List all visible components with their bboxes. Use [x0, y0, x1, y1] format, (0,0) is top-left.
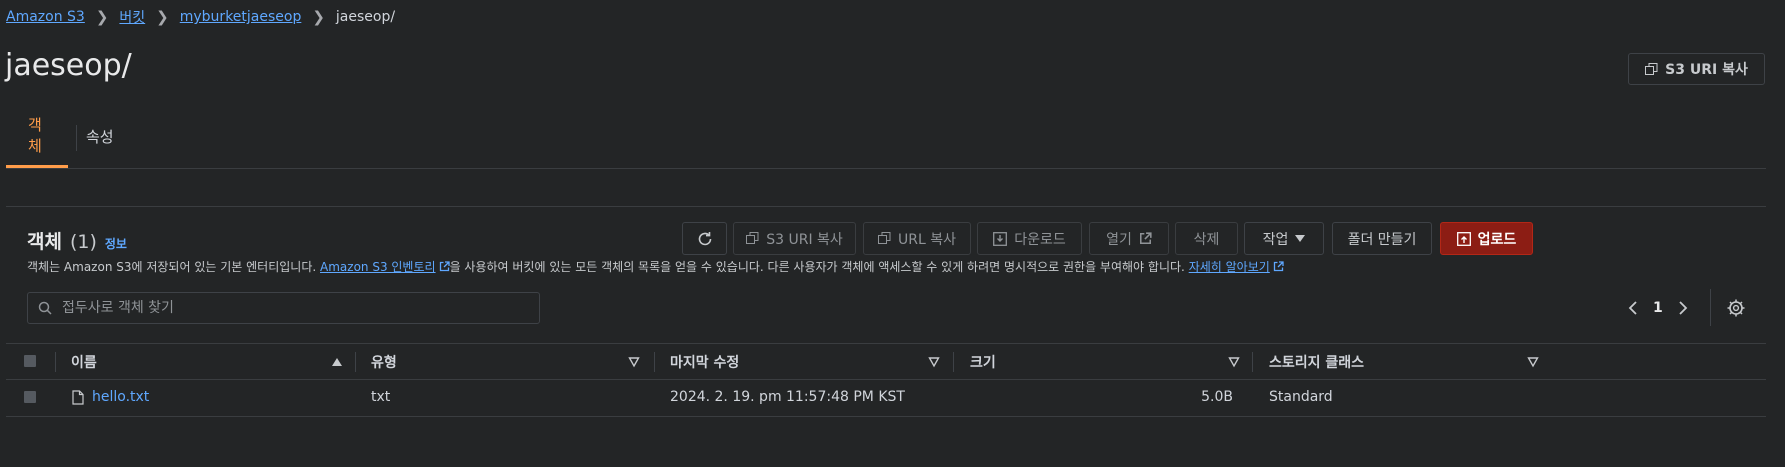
tab-objects-label: 객체 — [28, 115, 42, 155]
objects-description: 객체는 Amazon S3에 저장되어 있는 기본 엔터티입니다. Amazon… — [27, 258, 1284, 275]
tab-properties[interactable]: 속성 — [64, 104, 136, 168]
chevron-right-icon: ❯ — [312, 8, 325, 26]
objects-header: 객체 (1) 정보 — [27, 227, 127, 254]
object-size: 5.0B — [1201, 389, 1233, 405]
column-header-size[interactable]: 크기 — [970, 344, 996, 379]
object-name-link[interactable]: hello.txt — [92, 379, 149, 415]
copy-s3-uri-label: S3 URI 복사 — [1665, 62, 1748, 78]
copy-icon — [878, 232, 891, 244]
select-all-checkbox[interactable] — [24, 355, 36, 367]
column-header-type[interactable]: 유형 — [371, 344, 397, 379]
learn-more-label: 자세히 알아보기 — [1188, 260, 1270, 274]
pagination: 1 — [1628, 295, 1688, 321]
page-number[interactable]: 1 — [1653, 300, 1663, 316]
gear-icon[interactable] — [1727, 299, 1745, 317]
breadcrumb: Amazon S3 ❯ 버킷 ❯ myburketjaeseop ❯ jaese… — [6, 7, 395, 27]
pagination-divider — [1710, 289, 1711, 326]
tab-properties-label: 속성 — [86, 127, 114, 146]
breadcrumb-bucket-link[interactable]: myburketjaeseop — [180, 9, 302, 25]
chevron-right-icon[interactable] — [1678, 301, 1688, 315]
caret-down-icon — [1295, 234, 1306, 242]
copy-icon — [746, 232, 759, 244]
column-header-storage-class[interactable]: 스토리지 클래스 — [1269, 344, 1364, 379]
create-folder-label: 폴더 만들기 — [1347, 231, 1417, 248]
info-link[interactable]: 정보 — [105, 235, 127, 252]
column-divider — [953, 352, 954, 372]
copy-url-label: URL 복사 — [898, 231, 956, 248]
copy-s3-uri-toolbar-button[interactable]: S3 URI 복사 — [733, 222, 856, 255]
inventory-link[interactable]: Amazon S3 인벤토리 — [320, 258, 436, 275]
delete-button[interactable]: 삭제 — [1175, 222, 1238, 255]
external-link-icon — [1273, 261, 1284, 272]
refresh-button[interactable] — [682, 222, 727, 255]
download-button[interactable]: 다운로드 — [977, 222, 1082, 255]
upload-label: 업로드 — [1477, 231, 1517, 248]
object-storage-class: Standard — [1269, 389, 1333, 405]
actions-dropdown[interactable]: 작업 — [1244, 222, 1324, 255]
actions-label: 작업 — [1262, 231, 1289, 248]
upload-button[interactable]: 업로드 — [1440, 222, 1533, 255]
sort-icon[interactable] — [928, 356, 940, 368]
download-icon — [993, 231, 1008, 246]
file-icon — [72, 390, 84, 405]
object-last-modified: 2024. 2. 19. pm 11:57:48 PM KST — [670, 389, 905, 405]
search-input[interactable] — [60, 299, 539, 317]
download-label: 다운로드 — [1014, 231, 1066, 248]
tab-bar: 객체 속성 — [6, 104, 1766, 169]
objects-panel: 객체 (1) 정보 객체는 Amazon S3에 저장되어 있는 기본 엔터티입… — [6, 206, 1766, 417]
row-checkbox[interactable] — [24, 391, 36, 403]
chevron-right-icon: ❯ — [95, 8, 109, 26]
column-divider — [1252, 352, 1253, 372]
objects-count: (1) — [69, 231, 97, 253]
external-link-icon — [1139, 232, 1152, 244]
external-link-icon — [439, 261, 450, 272]
copy-url-button[interactable]: URL 복사 — [863, 222, 971, 255]
search-icon — [38, 301, 52, 315]
column-divider — [55, 352, 56, 372]
open-button[interactable]: 열기 — [1089, 222, 1169, 255]
table-row[interactable]: hello.txt txt 2024. 2. 19. pm 11:57:48 P… — [6, 379, 1766, 415]
search-box — [27, 292, 540, 324]
breadcrumb-current: jaeseop/ — [335, 9, 396, 25]
create-folder-button[interactable]: 폴더 만들기 — [1332, 222, 1432, 255]
sort-icon[interactable] — [628, 356, 640, 368]
chevron-right-icon: ❯ — [156, 8, 169, 26]
table-header: 이름 유형 마지막 수정 크기 스토리지 클래스 — [6, 343, 1766, 380]
sort-ascending-icon[interactable] — [331, 356, 343, 368]
inventory-link-label: Amazon S3 인벤토리 — [320, 260, 436, 274]
sort-icon[interactable] — [1228, 356, 1240, 368]
copy-s3-uri-button[interactable]: S3 URI 복사 — [1628, 53, 1765, 85]
sort-icon[interactable] — [1527, 356, 1539, 368]
delete-label: 삭제 — [1193, 231, 1220, 248]
column-header-last-modified[interactable]: 마지막 수정 — [670, 344, 739, 379]
breadcrumb-buckets-link[interactable]: 버킷 — [119, 7, 145, 27]
open-label: 열기 — [1106, 231, 1132, 248]
breadcrumb-amazon-s3-link[interactable]: Amazon S3 — [6, 9, 85, 25]
tab-objects[interactable]: 객체 — [6, 104, 68, 168]
description-text-continued: 을 사용하여 버킷에 있는 모든 객체의 목록을 얻을 수 있습니다. 다른 사… — [449, 260, 1185, 274]
copy-s3-uri-toolbar-label: S3 URI 복사 — [766, 231, 843, 248]
chevron-left-icon[interactable] — [1628, 301, 1638, 315]
column-divider — [355, 352, 356, 372]
objects-title: 객체 — [27, 231, 62, 253]
refresh-icon — [698, 231, 711, 245]
upload-icon — [1456, 231, 1471, 246]
column-divider — [654, 352, 655, 372]
page-title: jaeseop/ — [5, 48, 132, 83]
description-text: 객체는 Amazon S3에 저장되어 있는 기본 엔터티입니다. — [27, 260, 317, 274]
object-type: txt — [371, 389, 391, 405]
column-header-name[interactable]: 이름 — [71, 344, 97, 379]
learn-more-link[interactable]: 자세히 알아보기 — [1189, 258, 1270, 275]
copy-icon — [1645, 62, 1658, 75]
